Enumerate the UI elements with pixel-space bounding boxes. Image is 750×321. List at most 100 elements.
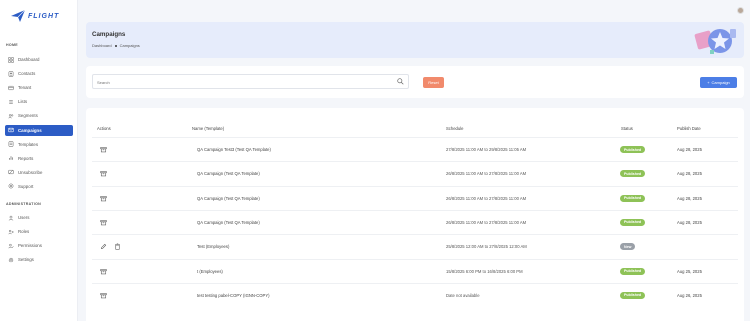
segments-icon	[8, 114, 14, 119]
archive-icon[interactable]	[100, 195, 107, 202]
status-badge: New	[620, 243, 636, 251]
sidebar-item-label: Settings	[18, 257, 34, 263]
sidebar-item-label: Unsubscribe	[18, 169, 43, 175]
section-admin-label: ADMINISTRATION	[6, 202, 42, 206]
sidebar-item-segments[interactable]: Segments	[5, 110, 73, 121]
breadcrumb-campaigns: Campaigns	[119, 43, 140, 48]
sidebar-item-roles[interactable]: Roles	[5, 226, 73, 237]
archive-icon[interactable]	[100, 170, 107, 177]
column-header-status[interactable]: Status	[621, 126, 633, 131]
tenant-icon	[8, 85, 14, 90]
publish-date-cell: Aug 25, 2025	[677, 268, 702, 274]
schedule-cell: 26/8/2025 11:00 AM to 27/8/2025 11:00 AM	[446, 219, 527, 225]
plus-icon: +	[707, 80, 710, 85]
campaign-name-cell[interactable]: test testing pabel-COPY (IGNN-COPY)	[197, 293, 270, 298]
status-badge: Published	[620, 146, 646, 153]
search-icon[interactable]	[397, 78, 404, 85]
status-badge: Published	[620, 194, 646, 202]
campaign-name-cell[interactable]: QA Campaign Test3 (Test QA Template)	[197, 147, 271, 152]
dashboard-icon	[8, 56, 14, 63]
brand-logo[interactable]: FLIGHT	[11, 10, 59, 22]
section-home-label: HOME	[6, 43, 18, 47]
app-root: FLIGHT HOME Dashboard Contacts Tenant Li…	[0, 0, 750, 321]
sidebar-item-users[interactable]: Users	[5, 212, 73, 223]
sidebar-item-label: Roles	[18, 229, 30, 235]
column-header-actions: Actions	[97, 126, 111, 131]
publish-date-cell: Aug 26, 2025	[677, 292, 702, 298]
archive-icon[interactable]	[100, 146, 107, 153]
filter-bar: Reset + Campaign	[86, 66, 744, 98]
table-row: QA Campaign Test3 (Test QA Template) 27/…	[92, 137, 738, 161]
campaigns-icon	[8, 127, 14, 133]
sidebar-item-permissions[interactable]: Permissions	[5, 240, 73, 251]
publish-date-cell: Aug 28, 2025	[677, 195, 702, 201]
schedule-cell: 15/8/2025 6:00 PM to 16/8/2025 6:00 PM	[446, 268, 523, 274]
page-title: Campaigns	[92, 31, 126, 38]
search-input[interactable]	[97, 78, 387, 86]
archive-icon[interactable]	[100, 219, 107, 226]
publish-date-cell: Aug 28, 2025	[677, 171, 702, 177]
sidebar-item-label: Permissions	[18, 243, 42, 249]
lists-icon	[9, 100, 13, 104]
add-campaign-button[interactable]: + Campaign	[700, 77, 737, 88]
sidebar-item-lists[interactable]: Lists	[5, 96, 73, 107]
unsubscribe-icon	[8, 170, 14, 175]
sidebar-item-contacts[interactable]: Contacts	[5, 68, 73, 79]
sidebar-item-label: Tenant	[18, 85, 32, 91]
campaign-name-cell[interactable]: Test (Employees)	[197, 244, 229, 249]
sidebar-item-label: Reports	[18, 155, 34, 161]
sidebar-item-dashboard[interactable]: Dashboard	[5, 54, 73, 65]
status-badge: Published	[620, 267, 646, 275]
reset-button[interactable]: Reset	[423, 77, 444, 88]
schedule-cell: Date not available	[446, 292, 480, 298]
sidebar-item-templates[interactable]: Templates	[5, 139, 73, 150]
sidebar-item-label: Support	[18, 183, 34, 189]
sidebar: FLIGHT HOME Dashboard Contacts Tenant Li…	[0, 0, 78, 321]
status-badge: Published	[620, 170, 646, 178]
sidebar-item-label: Campaigns	[18, 127, 42, 133]
page-header: Campaigns Dashboard Campaigns	[86, 22, 744, 58]
schedule-cell: 27/8/2025 11:00 AM to 29/8/2025 11:05 AM	[446, 147, 527, 152]
archive-icon[interactable]	[100, 268, 107, 275]
sidebar-item-reports[interactable]: Reports	[5, 153, 73, 164]
table-row: test testing pabel-COPY (IGNN-COPY) Date…	[92, 282, 738, 307]
sidebar-item-label: Contacts	[18, 71, 36, 77]
permissions-icon	[8, 243, 14, 248]
sidebar-item-campaigns[interactable]: Campaigns	[5, 124, 73, 136]
campaign-name-cell[interactable]: t (Employees)	[197, 269, 223, 274]
table-row: QA Campaign (Test QA Template) 26/8/2025…	[92, 185, 738, 210]
user-avatar[interactable]	[737, 7, 744, 14]
reports-icon	[9, 156, 13, 160]
archive-icon[interactable]	[100, 292, 107, 299]
campaign-name-cell[interactable]: QA Campaign (Test QA Template)	[197, 196, 260, 201]
publish-date-cell: Aug 28, 2025	[677, 147, 702, 152]
sidebar-item-unsubscribe[interactable]: Unsubscribe	[5, 167, 73, 178]
campaign-name-cell[interactable]: QA Campaign (Test QA Template)	[197, 220, 260, 225]
contacts-icon	[8, 70, 14, 77]
templates-icon	[8, 141, 14, 147]
column-header-name[interactable]: Name (Template)	[192, 126, 224, 131]
sidebar-item-support[interactable]: Support	[5, 181, 73, 192]
sidebar-item-tenant[interactable]: Tenant	[5, 82, 73, 93]
table-row: Test (Employees) 25/8/2025 12:00 AM to 2…	[92, 234, 738, 258]
delete-icon[interactable]	[114, 243, 121, 250]
status-badge: Published	[620, 291, 646, 299]
sidebar-item-label: Users	[18, 215, 30, 220]
breadcrumb-separator	[114, 44, 117, 47]
sidebar-item-settings[interactable]: Settings	[5, 254, 73, 265]
schedule-cell: 26/8/2025 11:00 AM to 27/8/2025 11:00 AM	[446, 195, 527, 201]
table-row: t (Employees) 15/8/2025 6:00 PM to 16/8/…	[92, 258, 738, 283]
column-header-publish-date[interactable]: Publish Date	[677, 126, 701, 131]
column-header-schedule[interactable]: Schedule	[446, 126, 463, 131]
settings-icon	[8, 257, 14, 262]
schedule-cell: 25/8/2025 12:00 AM to 27/8/2025 12:00 AM	[446, 244, 527, 250]
table-row: QA Campaign (Test QA Template) 26/8/2025…	[92, 209, 738, 234]
status-badge: Published	[620, 218, 646, 226]
breadcrumb-dashboard[interactable]: Dashboard	[92, 43, 112, 48]
campaign-name-cell[interactable]: QA Campaign (Test QA Template)	[197, 171, 260, 176]
hero-illustration-icon	[694, 29, 736, 54]
edit-icon[interactable]	[100, 243, 107, 250]
publish-date-cell: Aug 28, 2025	[677, 219, 702, 225]
support-icon	[8, 184, 14, 189]
schedule-cell: 26/8/2025 11:00 AM to 27/8/2025 11:00 AM	[446, 171, 527, 177]
